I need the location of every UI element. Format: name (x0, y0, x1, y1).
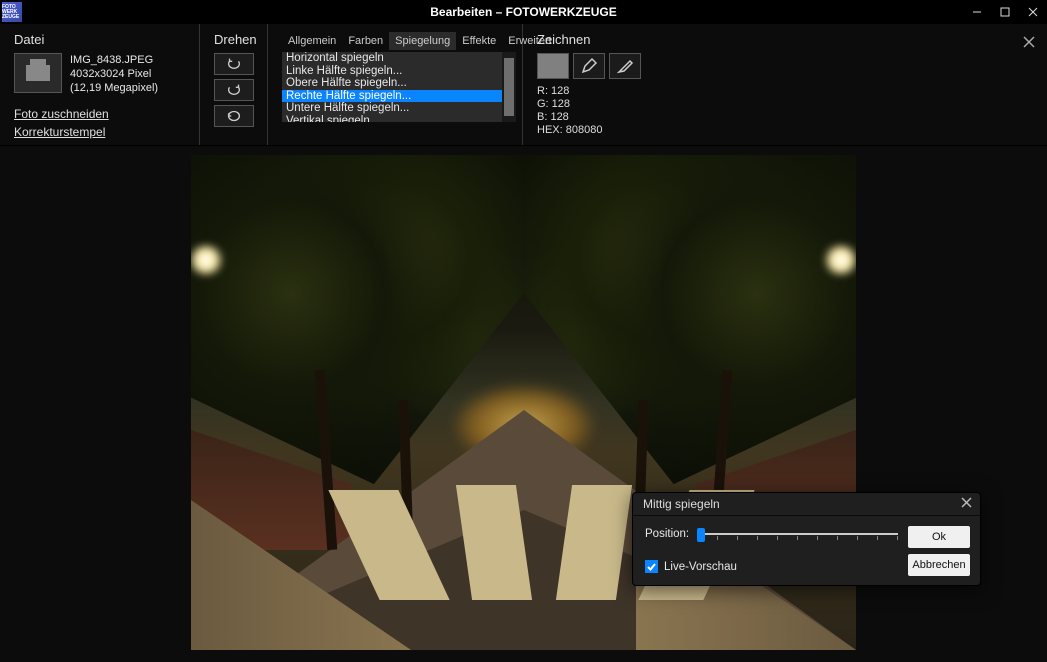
editor-toolbar: Datei IMG_8438.JPEG 4032x3024 Pixel (12,… (0, 24, 1047, 146)
color-swatch[interactable] (537, 53, 569, 79)
operation-tabs: Allgemein Farben Spiegelung Effekte Erwe… (282, 32, 516, 50)
mirror-dialog: Mittig spiegeln Position: Ok Abbrechen L… (632, 492, 981, 586)
link-correction-stamp[interactable]: Korrekturstempel (14, 125, 185, 139)
list-item[interactable]: Rechte Hälfte spiegeln... (282, 90, 502, 103)
list-item[interactable]: Untere Hälfte spiegeln... (282, 102, 502, 115)
rotate-cw-button[interactable] (214, 79, 254, 101)
tab-colors[interactable]: Farben (342, 32, 389, 50)
live-preview-checkbox[interactable] (645, 560, 658, 573)
ok-button[interactable]: Ok (908, 526, 970, 548)
section-file-heading: Datei (14, 32, 185, 47)
window-title: Bearbeiten – FOTOWERKZEUGE (0, 5, 1047, 19)
tab-mirror[interactable]: Spiegelung (389, 32, 456, 50)
mirror-options-list[interactable]: Horizontal spiegeln Linke Hälfte spiegel… (282, 52, 516, 122)
section-draw: Zeichnen R: 128 G: 128 B: 128 HEX: 80808… (523, 24, 693, 145)
section-draw-heading: Zeichnen (537, 32, 679, 47)
tab-effects[interactable]: Effekte (456, 32, 502, 50)
tab-general[interactable]: Allgemein (282, 32, 342, 50)
list-scrollbar[interactable] (502, 52, 516, 122)
file-info: IMG_8438.JPEG 4032x3024 Pixel (12,19 Meg… (70, 53, 158, 95)
maximize-button[interactable] (991, 0, 1019, 24)
color-b: B: 128 (537, 111, 679, 124)
brush-tool-icon[interactable] (609, 53, 641, 79)
section-operations: Allgemein Farben Spiegelung Effekte Erwe… (268, 24, 523, 145)
list-item[interactable]: Obere Hälfte spiegeln... (282, 77, 502, 90)
close-editor-button[interactable] (1019, 32, 1039, 52)
list-item[interactable]: Horizontal spiegeln (282, 52, 502, 65)
color-hex: HEX: 808080 (537, 124, 679, 137)
cancel-button[interactable]: Abbrechen (908, 554, 970, 576)
color-g: G: 128 (537, 98, 679, 111)
section-rotate-heading: Drehen (214, 32, 253, 47)
file-megapixel: (12,19 Megapixel) (70, 81, 158, 95)
section-file: Datei IMG_8438.JPEG 4032x3024 Pixel (12,… (0, 24, 200, 145)
file-name: IMG_8438.JPEG (70, 53, 158, 67)
position-slider[interactable] (697, 526, 898, 542)
color-r: R: 128 (537, 85, 679, 98)
position-label: Position: (645, 528, 689, 540)
file-thumbnail (14, 53, 62, 93)
rotate-ccw-button[interactable] (214, 53, 254, 75)
rotate-180-button[interactable] (214, 105, 254, 127)
list-item[interactable]: Linke Hälfte spiegeln... (282, 65, 502, 78)
window-titlebar: FOTO WERK ZEUGE Bearbeiten – FOTOWERKZEU… (0, 0, 1047, 24)
live-preview-label: Live-Vorschau (664, 561, 737, 573)
list-item[interactable]: Vertikal spiegeln (282, 115, 502, 123)
dialog-title: Mittig spiegeln (643, 497, 720, 511)
minimize-button[interactable] (963, 0, 991, 24)
dialog-close-button[interactable] (961, 497, 972, 511)
close-window-button[interactable] (1019, 0, 1047, 24)
section-rotate: Drehen (200, 24, 268, 145)
color-readout: R: 128 G: 128 B: 128 HEX: 808080 (537, 85, 679, 137)
app-icon: FOTO WERK ZEUGE (2, 2, 22, 22)
pencil-tool-icon[interactable] (573, 53, 605, 79)
file-dimensions: 4032x3024 Pixel (70, 67, 158, 81)
link-crop[interactable]: Foto zuschneiden (14, 107, 185, 121)
